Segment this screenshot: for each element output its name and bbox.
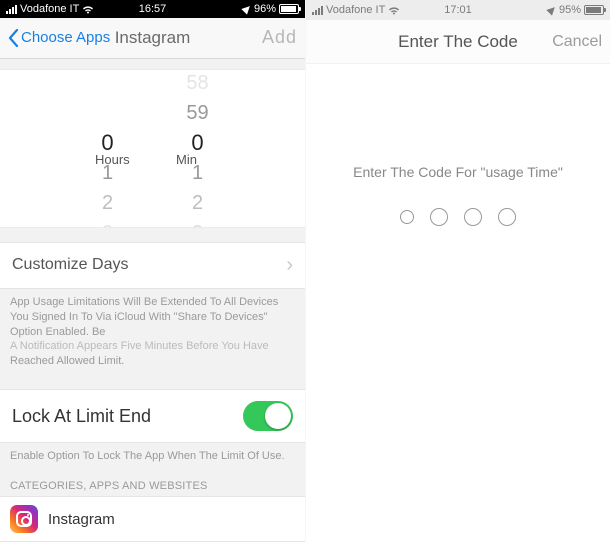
minutes-selected: 0 (153, 128, 243, 158)
chevron-left-icon (8, 29, 19, 47)
add-button[interactable]: Add (262, 27, 297, 48)
carrier-label: Vodafone IT (20, 3, 79, 15)
app-list-item-instagram[interactable]: Instagram (0, 496, 305, 542)
passcode-dot (400, 210, 414, 224)
lock-at-limit-row: Lock At Limit End (0, 389, 305, 443)
customize-days-row[interactable]: Customize Days › (0, 242, 305, 289)
minutes-unit-label: Min (176, 152, 197, 167)
hours-wheel[interactable]: 0 1 2 3 (63, 70, 153, 227)
location-icon (546, 4, 557, 15)
wifi-icon (388, 6, 400, 15)
lock-at-limit-toggle[interactable] (243, 401, 293, 431)
battery-icon (279, 4, 299, 14)
location-icon (241, 3, 252, 14)
battery-icon (584, 5, 604, 15)
passcode-entry: Enter The Code For "usage Time" (306, 64, 610, 542)
carrier-label: Vodafone IT (326, 4, 385, 16)
status-bar: Vodafone IT 16:57 96% (0, 0, 305, 18)
usage-limit-footer: App Usage Limitations Will Be Extended T… (0, 289, 305, 375)
nav-bar: Choose Apps Instagram Add (0, 18, 305, 58)
back-button[interactable]: Choose Apps (8, 29, 110, 47)
signal-bars-icon (6, 5, 17, 14)
chevron-right-icon: › (286, 254, 293, 277)
wifi-icon (82, 5, 94, 14)
passcode-dot (430, 208, 448, 226)
signal-bars-icon (312, 6, 323, 15)
right-phone-screen: Vodafone IT 17:01 95% Enter The Code Can… (305, 0, 610, 542)
hours-unit-label: Hours (95, 152, 130, 167)
minutes-wheel[interactable]: 58 59 0 1 2 3 (153, 70, 243, 227)
status-bar: Vodafone IT 17:01 95% (306, 0, 610, 20)
lock-at-limit-label: Lock At Limit End (12, 406, 151, 427)
lock-footer: Enable Option To Lock The App When The L… (0, 443, 305, 470)
passcode-dot (464, 208, 482, 226)
passcode-dots (400, 208, 516, 226)
categories-section-header: CATEGORIES, APPS AND WEBSITES (0, 476, 305, 496)
battery-percent: 96% (254, 3, 276, 15)
left-phone-screen: Vodafone IT 16:57 96% Choose Apps Instag… (0, 0, 305, 542)
instagram-icon (10, 505, 38, 533)
app-name-label: Instagram (48, 511, 115, 528)
battery-percent: 95% (559, 4, 581, 16)
time-picker[interactable]: 0 1 2 3 58 59 0 1 2 3 (0, 69, 305, 228)
cancel-button[interactable]: Cancel (552, 33, 602, 51)
customize-days-label: Customize Days (12, 256, 128, 274)
nav-bar: Enter The Code Cancel (306, 20, 610, 64)
back-label: Choose Apps (21, 29, 110, 46)
passcode-prompt: Enter The Code For "usage Time" (353, 164, 563, 180)
passcode-dot (498, 208, 516, 226)
